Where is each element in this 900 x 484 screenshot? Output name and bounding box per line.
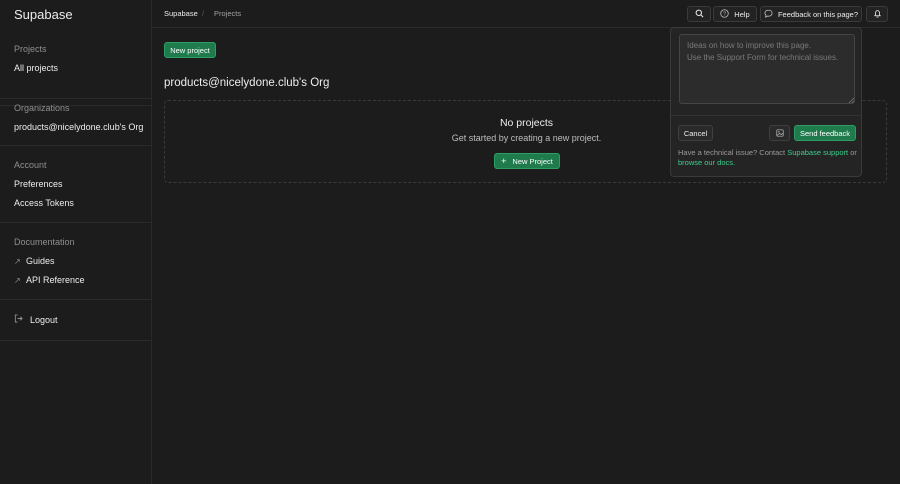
help-or: or [850, 148, 857, 157]
sidebar-item-all-projects[interactable]: All projects [0, 59, 152, 78]
external-link-icon: ↗ [14, 276, 21, 285]
help-icon: ? [720, 8, 729, 20]
brand-logo-text[interactable]: Supabase [14, 7, 73, 22]
empty-state-new-project-button[interactable]: + New Project [494, 153, 560, 169]
attach-image-button[interactable] [769, 125, 790, 141]
breadcrumb-separator: / [202, 9, 205, 18]
sidebar-item-label: All projects [14, 63, 59, 73]
svg-text:?: ? [723, 11, 726, 17]
browse-docs-link[interactable]: browse our docs. [678, 158, 735, 167]
image-icon [775, 124, 784, 142]
sidebar-item-guides[interactable]: ↗ Guides [0, 252, 152, 271]
org-title: products@nicelydone.club's Org [164, 77, 330, 89]
sidebar-section-projects: Projects All projects [0, 40, 152, 106]
sidebar-item-label: Logout [30, 315, 58, 325]
sidebar-heading-projects: Projects [14, 44, 47, 54]
sidebar-item-label: Access Tokens [14, 198, 74, 208]
sidebar-section-organizations: Organizations products@nicelydone.club's… [0, 98, 152, 146]
feedback-help-text: Have a technical issue? Contact Supabase… [678, 148, 858, 168]
sidebar-item-api-reference[interactable]: ↗ API Reference [0, 271, 152, 290]
resize-handle-icon[interactable] [848, 97, 854, 103]
sidebar-item-label: API Reference [26, 275, 85, 285]
sidebar-section-account: Account Preferences Access Tokens [0, 156, 152, 223]
help-button[interactable]: ? Help [713, 6, 757, 22]
sidebar-heading-account: Account [14, 160, 47, 170]
sidebar-heading-organizations: Organizations [14, 103, 70, 113]
breadcrumb-page[interactable]: Projects [214, 9, 241, 18]
chat-bubble-icon [764, 9, 773, 20]
sidebar-heading-documentation: Documentation [14, 237, 75, 247]
sidebar-item-preferences[interactable]: Preferences [0, 175, 152, 194]
external-link-icon: ↗ [14, 257, 21, 266]
send-feedback-button[interactable]: Send feedback [794, 125, 856, 141]
sidebar-item-org[interactable]: products@nicelydone.club's Org [0, 118, 152, 137]
sidebar-item-label: products@nicelydone.club's Org [14, 122, 144, 132]
search-button[interactable] [687, 6, 711, 22]
sidebar: Supabase Projects All projects Organizat… [0, 0, 152, 484]
app-root: Supabase Projects All projects Organizat… [0, 0, 900, 484]
empty-state-button-label: New Project [512, 156, 553, 166]
sidebar-item-access-tokens[interactable]: Access Tokens [0, 194, 152, 213]
sidebar-section-documentation: Documentation ↗ Guides ↗ API Reference [0, 233, 152, 300]
help-prefix: Have a technical issue? Contact [678, 148, 786, 157]
sidebar-section-logout: Logout [0, 310, 152, 341]
bell-icon [873, 9, 882, 20]
top-bar: Supabase / Projects ? Help Feedback on t… [152, 0, 900, 28]
supabase-support-link[interactable]: Supabase support [787, 148, 848, 157]
help-label: Help [734, 9, 750, 19]
feedback-button[interactable]: Feedback on this page? [760, 6, 862, 22]
logout-icon [14, 311, 30, 330]
notifications-button[interactable] [866, 6, 888, 22]
breadcrumb-org[interactable]: Supabase [164, 9, 198, 18]
search-icon [695, 9, 704, 20]
sidebar-item-label: Guides [26, 256, 55, 266]
feedback-label: Feedback on this page? [777, 9, 859, 19]
new-project-button[interactable]: New project [164, 42, 216, 58]
feedback-textarea[interactable] [679, 34, 855, 104]
feedback-popover: Cancel Send feedback Have a technical is… [670, 27, 862, 177]
sidebar-item-logout[interactable]: Logout [0, 311, 152, 330]
cancel-button[interactable]: Cancel [678, 125, 713, 141]
sidebar-item-label: Preferences [14, 179, 63, 189]
popover-divider [671, 115, 861, 116]
plus-icon: + [501, 156, 507, 166]
